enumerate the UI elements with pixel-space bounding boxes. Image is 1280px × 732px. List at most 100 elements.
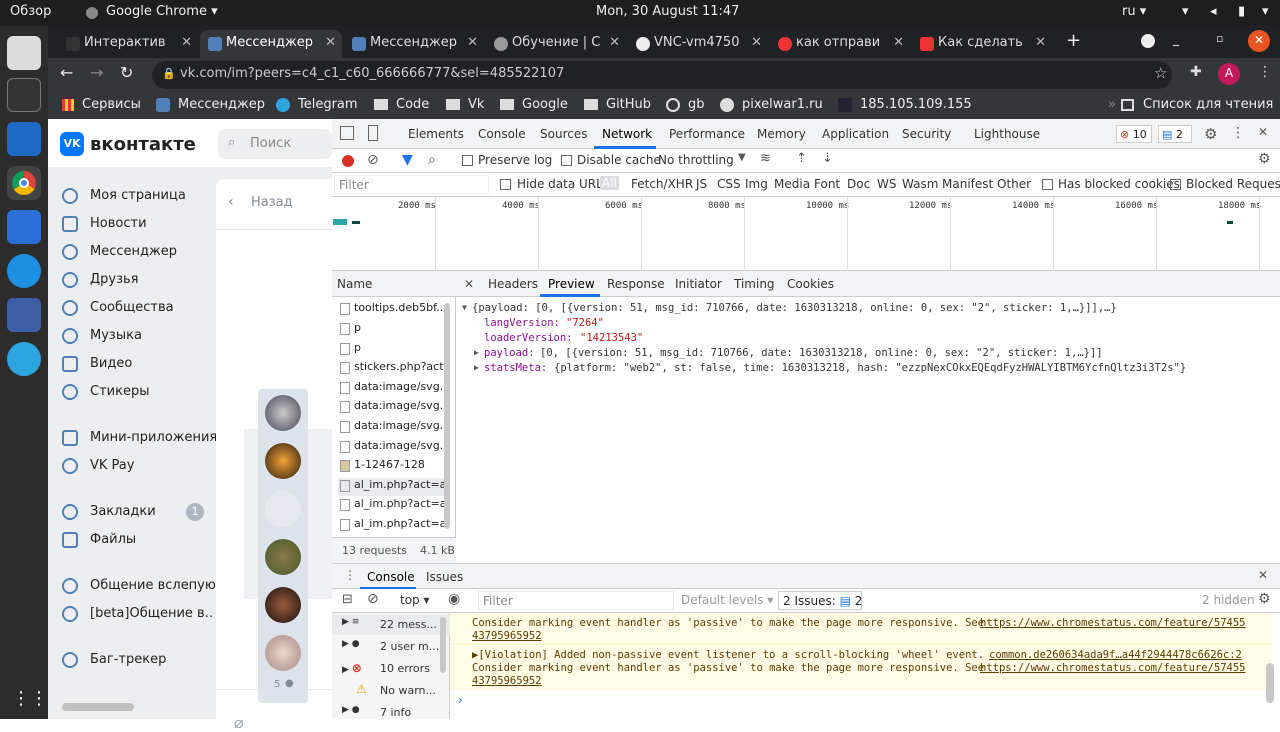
tab-application[interactable]: Application — [822, 127, 889, 141]
close-devtools-icon[interactable]: ✕ — [1258, 125, 1268, 139]
tab-cookies[interactable]: Cookies — [787, 277, 834, 291]
drawer-tab-issues[interactable]: Issues — [426, 570, 463, 584]
console-prompt-icon[interactable]: › — [458, 693, 463, 707]
request-row[interactable]: 1-12467-128 — [338, 458, 450, 476]
export-har-icon[interactable]: ⇣ — [822, 151, 833, 166]
type-filter-media[interactable]: Media — [774, 177, 810, 191]
throttling-select[interactable]: No throttling — [658, 153, 734, 167]
warning-link[interactable]: https://www.chromestatus.com/feature/574… — [980, 662, 1246, 674]
tab-close-icon[interactable]: ✕ — [893, 35, 904, 50]
live-expression-eye-icon[interactable]: ◉ — [448, 591, 460, 607]
battery-icon[interactable]: ▮ — [1238, 4, 1245, 19]
tab-4[interactable]: VNC-vm4750 ✕ — [628, 30, 768, 58]
extensions-icon[interactable]: ✚ — [1190, 64, 1202, 80]
tab-sources[interactable]: Sources — [540, 127, 587, 141]
device-toolbar-icon[interactable] — [368, 125, 378, 141]
sidebar-toggle-icon[interactable]: ⊟ — [342, 592, 353, 607]
restore-icon[interactable]: ▫ — [1216, 32, 1223, 45]
error-count-badge[interactable]: ⊗ 10 — [1116, 125, 1152, 143]
console-scrollbar[interactable] — [1266, 663, 1274, 703]
filter-icon[interactable]: ▼ — [402, 152, 413, 168]
member-avatar[interactable] — [265, 539, 301, 575]
member-avatar[interactable] — [265, 443, 301, 479]
type-filter-font[interactable]: Font — [814, 177, 840, 191]
bookmark-item[interactable]: Мессенджер — [178, 97, 265, 112]
phone-app-icon[interactable] — [7, 210, 41, 244]
wifi-icon[interactable]: ▾ — [1182, 4, 1189, 19]
type-filter-manifest[interactable]: Manifest — [942, 177, 993, 191]
apps-icon[interactable] — [62, 99, 74, 111]
request-row-selected[interactable]: al_im.php?act=a... — [338, 478, 450, 496]
inspect-element-icon[interactable] — [340, 126, 354, 140]
tab-performance[interactable]: Performance — [669, 127, 745, 141]
chrome-app-icon[interactable] — [7, 166, 41, 200]
console-filter-input[interactable]: Filter — [478, 591, 674, 610]
reload-icon[interactable]: ↻ — [120, 63, 133, 82]
tab-security[interactable]: Security — [902, 127, 951, 141]
type-filter-ws[interactable]: WS — [877, 177, 896, 191]
tab-response[interactable]: Response — [607, 277, 665, 291]
blocked-cookies-checkbox[interactable] — [1042, 179, 1053, 190]
back-button[interactable]: Назад — [251, 195, 293, 210]
sidebar-info[interactable]: ▶ ● 7 info — [332, 703, 450, 719]
member-avatar[interactable] — [265, 587, 301, 623]
clear-icon[interactable]: ⊘ — [367, 152, 379, 168]
tab-lighthouse[interactable]: Lighthouse — [974, 127, 1040, 141]
bookmark-folder[interactable]: Code — [396, 97, 429, 112]
name-column-header[interactable]: Name — [332, 271, 456, 297]
bookmark-star-icon[interactable]: ☆ — [1154, 64, 1167, 82]
bookmark-item[interactable]: pixelwar1.ru — [742, 97, 823, 112]
issues-count-badge[interactable]: ▤ 2 — [1158, 125, 1192, 143]
request-row[interactable]: p — [338, 321, 450, 339]
tab-initiator[interactable]: Initiator — [675, 277, 722, 291]
type-filter-js[interactable]: JS — [696, 177, 707, 191]
type-filter-img[interactable]: Img — [745, 177, 768, 191]
type-filter-other[interactable]: Other — [997, 177, 1031, 191]
record-icon[interactable] — [342, 155, 354, 167]
log-levels-select[interactable]: Default levels ▾ — [681, 593, 773, 607]
request-row[interactable]: data:image/svg... — [338, 439, 450, 457]
back-icon[interactable]: ← — [60, 63, 73, 82]
bookmark-folder[interactable]: GitHub — [606, 97, 651, 112]
bookmarks-overflow-icon[interactable]: » — [1108, 97, 1116, 112]
forward-icon[interactable]: → — [90, 63, 103, 82]
request-list-scrollbar[interactable] — [444, 303, 450, 529]
profile-avatar[interactable]: A — [1218, 63, 1240, 85]
terminal-app-icon[interactable] — [7, 78, 41, 112]
issues-button[interactable]: 2 Issues: ▤ 2 — [778, 591, 862, 610]
search-input[interactable]: ⌕ Поиск — [218, 129, 332, 159]
type-filter-doc[interactable]: Doc — [847, 177, 870, 191]
network-overview[interactable]: 2000 ms 4000 ms 6000 ms 8000 ms 10000 ms… — [332, 197, 1280, 271]
files-app-icon[interactable] — [7, 36, 41, 70]
type-filter-fetch[interactable]: Fetch/XHR — [631, 177, 693, 191]
address-bar[interactable]: 🔒 vk.com/im?peers=c4_c1_c60_666666777&se… — [152, 61, 1172, 89]
console-settings-icon[interactable]: ⚙ — [1258, 591, 1271, 607]
bookmark-item[interactable]: Сервисы — [82, 97, 141, 112]
type-filter-css[interactable]: CSS — [717, 177, 741, 191]
search-icon[interactable]: ⌕ — [428, 152, 436, 168]
chevron-down-icon[interactable]: ▼ — [738, 152, 746, 163]
request-row[interactable]: data:image/svg... — [338, 399, 450, 417]
tab-close-icon[interactable]: ✕ — [325, 35, 336, 50]
vscode-app-icon[interactable] — [7, 122, 41, 156]
sidebar-user-messages[interactable]: ▶ ● 2 user m... — [332, 637, 450, 657]
drawer-tab-console[interactable]: Console — [367, 570, 415, 584]
sidebar-messages[interactable]: ▶ ≡ 22 mess... — [332, 615, 450, 635]
tab-console[interactable]: Console — [478, 127, 526, 141]
editor-app-icon[interactable] — [7, 298, 41, 332]
close-window-icon[interactable]: ✕ — [1248, 30, 1270, 52]
sidebar-warnings[interactable]: ⚠ No warn... — [332, 681, 450, 701]
drawer-menu-icon[interactable]: ⋮ — [344, 568, 356, 582]
volume-icon[interactable]: ◂ — [1210, 4, 1217, 19]
menu-icon[interactable]: ⋮ — [1258, 64, 1272, 80]
type-filter-wasm[interactable]: Wasm — [902, 177, 938, 191]
system-menu-icon[interactable]: ▾ — [1262, 4, 1269, 19]
sidebar-scrollbar[interactable] — [440, 617, 446, 673]
language-indicator[interactable]: ru ▾ — [1122, 4, 1146, 19]
preserve-log-checkbox[interactable] — [462, 155, 473, 166]
tab-close-icon[interactable]: ✕ — [467, 35, 478, 50]
console-warning-message[interactable]: Consider marking event handler as 'passi… — [450, 613, 1272, 645]
tab-1[interactable]: Мессенджер ✕ — [200, 30, 342, 58]
bookmark-item[interactable]: Telegram — [298, 97, 358, 112]
network-conditions-icon[interactable]: ≋ — [760, 151, 771, 166]
